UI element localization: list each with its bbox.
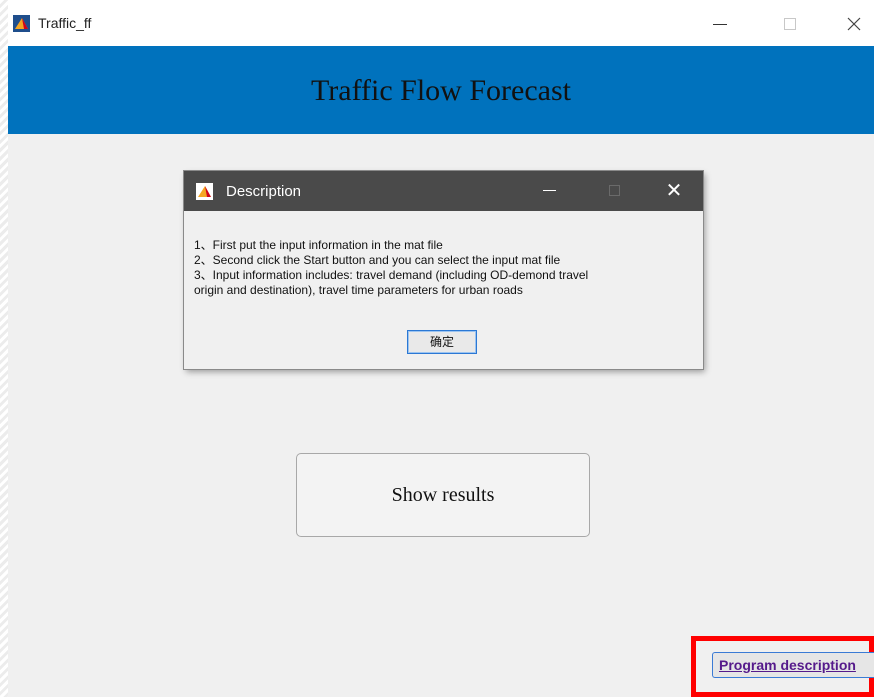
message-line: origin and destination), travel time par… bbox=[194, 283, 523, 297]
maximize-icon bbox=[784, 18, 796, 31]
program-description-button[interactable]: Program description bbox=[712, 652, 874, 678]
dialog-minimize-button[interactable] bbox=[529, 178, 569, 204]
message-line: 3、Input information includes: travel dem… bbox=[194, 268, 589, 282]
app-window: Traffic_ff Traffic Flow Forecast Show re… bbox=[8, 0, 874, 697]
window-title: Traffic_ff bbox=[38, 15, 92, 31]
dialog-titlebar[interactable]: Description ✕ bbox=[184, 171, 703, 211]
minimize-icon bbox=[713, 23, 727, 25]
matlab-icon bbox=[13, 15, 30, 32]
message-line: 1、First put the input information in the… bbox=[194, 238, 443, 252]
matlab-icon bbox=[196, 183, 213, 200]
maximize-icon bbox=[608, 185, 620, 197]
dialog-title: Description bbox=[226, 183, 302, 200]
minimize-icon bbox=[542, 190, 556, 192]
show-results-button[interactable]: Show results bbox=[296, 453, 590, 537]
close-button[interactable] bbox=[834, 10, 874, 36]
message-line: 2、Second click the Start button and you … bbox=[194, 253, 561, 267]
description-dialog: Description ✕ 1、First put the input info… bbox=[184, 171, 703, 369]
ok-button[interactable]: 确定 bbox=[407, 330, 477, 354]
dialog-close-button[interactable]: ✕ bbox=[654, 178, 694, 204]
dialog-message: 1、First put the input information in the… bbox=[194, 238, 694, 298]
app-title: Traffic Flow Forecast bbox=[311, 74, 571, 107]
close-icon bbox=[847, 17, 861, 31]
window-titlebar[interactable]: Traffic_ff bbox=[8, 0, 874, 46]
minimize-button[interactable] bbox=[700, 10, 740, 36]
dialog-maximize-button[interactable] bbox=[594, 178, 634, 204]
header-band: Traffic Flow Forecast bbox=[8, 46, 874, 134]
maximize-button[interactable] bbox=[770, 10, 810, 36]
close-icon: ✕ bbox=[665, 180, 683, 202]
